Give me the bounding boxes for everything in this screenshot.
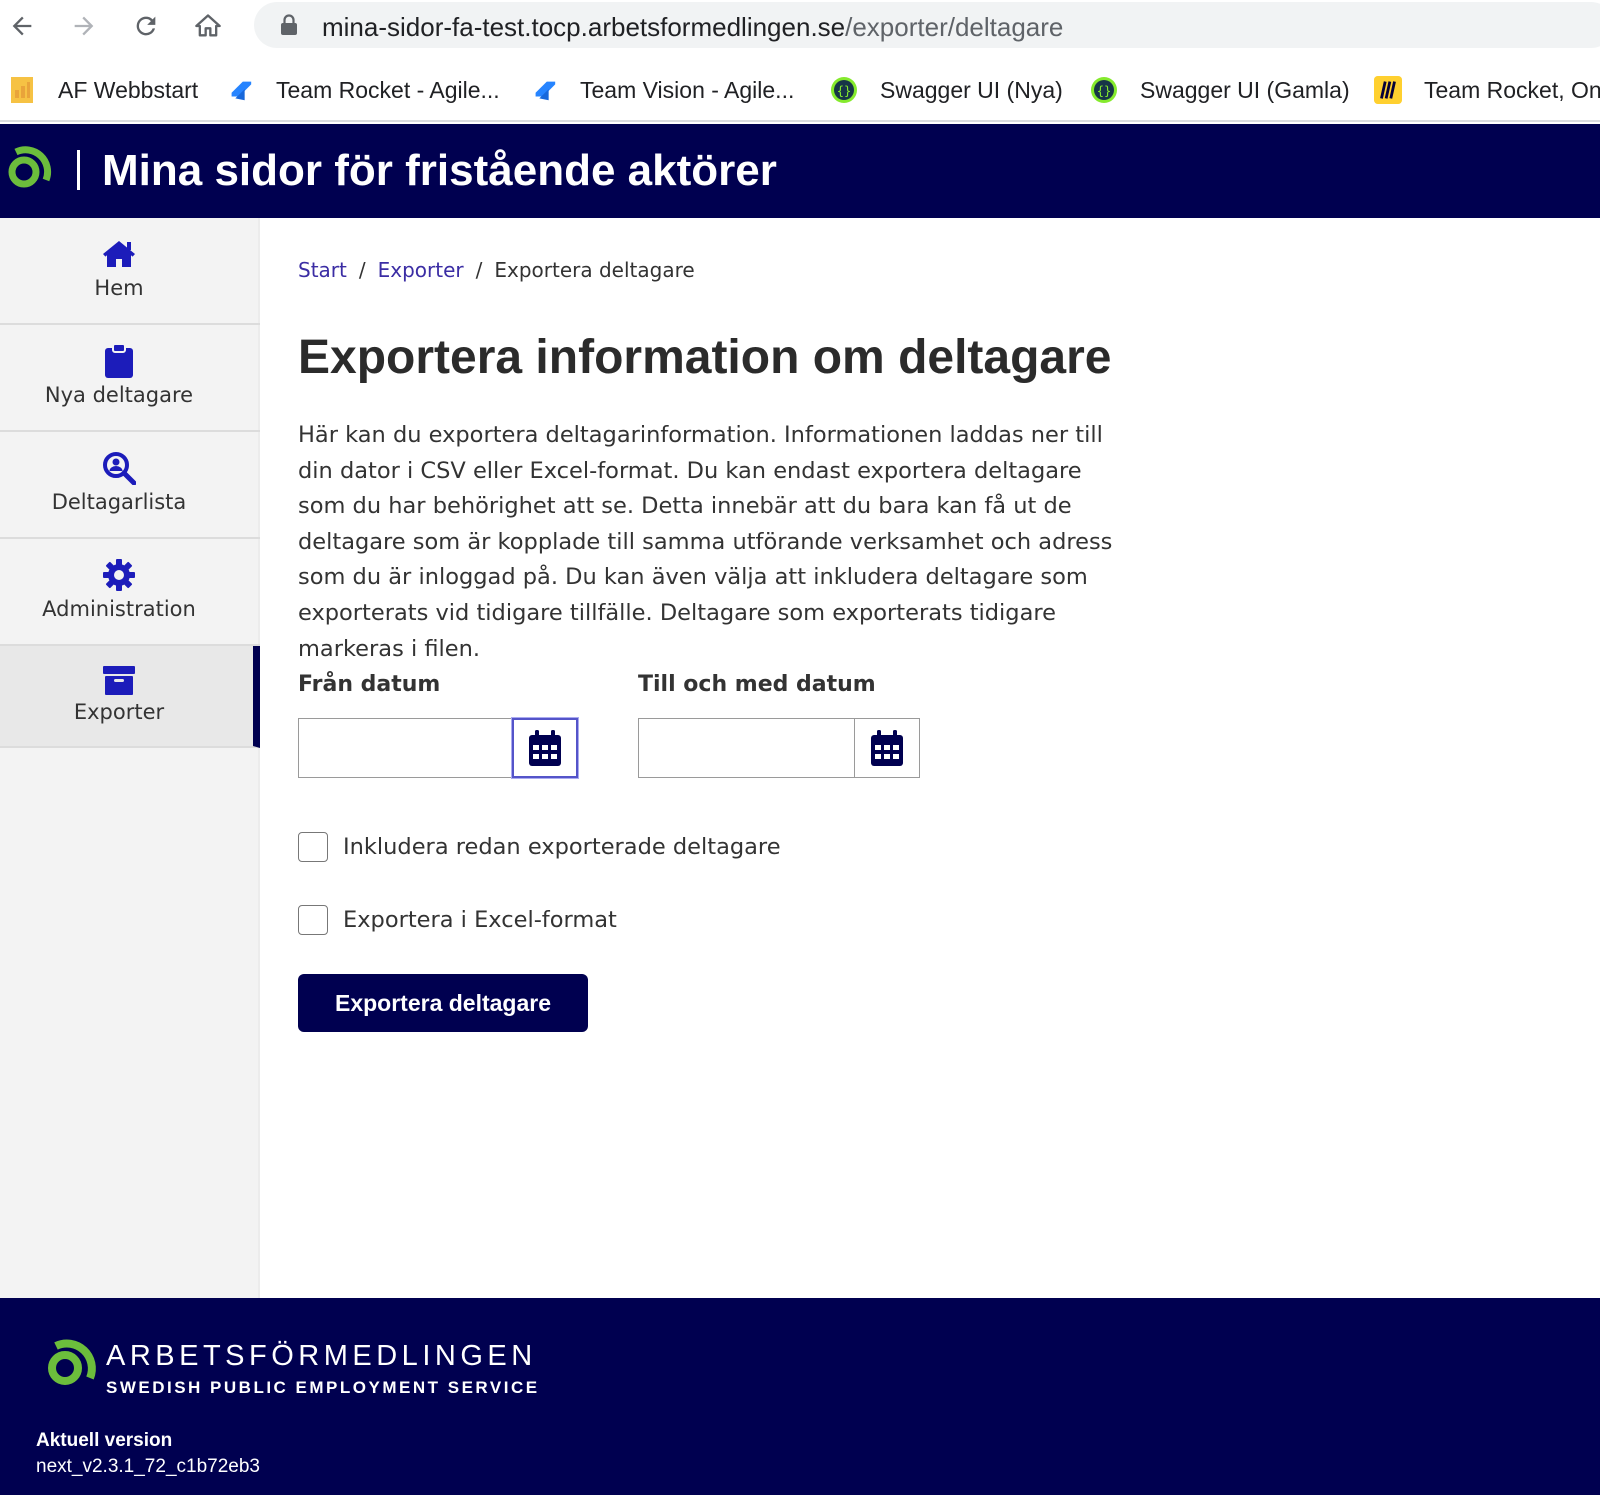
lock-icon xyxy=(280,14,298,40)
excel-format-checkbox-row[interactable]: Exportera i Excel-format xyxy=(298,903,617,937)
gear-icon xyxy=(101,557,137,593)
bookmark-label: Team Rocket - Agile... xyxy=(276,76,500,103)
footer: ARBETSFÖRMEDLINGEN SWEDISH PUBLIC EMPLOY… xyxy=(0,1298,1600,1495)
svg-text:{}: {} xyxy=(837,84,851,98)
home-outline-icon xyxy=(195,14,221,37)
home-button[interactable] xyxy=(190,8,226,44)
include-exported-checkbox-row[interactable]: Inkludera redan exporterade deltagare xyxy=(298,830,781,864)
app-header: Mina sidor för fristående aktörer xyxy=(0,124,1600,218)
sidebar-item-label: Nya deltagare xyxy=(44,383,194,407)
brand-subtitle: SWEDISH PUBLIC EMPLOYMENT SERVICE xyxy=(106,1378,540,1397)
export-button[interactable]: Exportera deltagare xyxy=(298,974,588,1032)
bookmark-item[interactable]: {} Swagger UI (Gamla) xyxy=(1090,70,1350,110)
breadcrumb-current: Exportera deltagare xyxy=(494,258,695,282)
archive-icon xyxy=(101,662,137,698)
bookmark-item[interactable]: Team Rocket, Onl xyxy=(1374,70,1600,110)
bookmark-label: Swagger UI (Gamla) xyxy=(1140,76,1350,103)
breadcrumb-separator: / xyxy=(358,258,366,282)
af-logo-icon xyxy=(4,146,52,196)
header-divider xyxy=(77,150,80,190)
breadcrumb: Start / Exporter / Exportera deltagare xyxy=(298,258,695,282)
home-icon xyxy=(101,236,137,272)
breadcrumb-separator: / xyxy=(475,258,483,282)
jira-icon xyxy=(226,76,254,104)
from-date-calendar-button[interactable] xyxy=(512,718,578,778)
bookmark-item[interactable]: Team Vision - Agile... xyxy=(530,70,794,110)
reload-button[interactable] xyxy=(128,8,164,44)
include-exported-label[interactable]: Inkludera redan exporterade deltagare xyxy=(343,834,781,860)
miro-icon xyxy=(1374,76,1402,104)
calendar-icon xyxy=(871,730,903,766)
af-footer-logo-icon xyxy=(42,1338,98,1396)
sidebar-item-label: Exporter xyxy=(73,700,165,724)
bookmark-label: Team Rocket, Onl xyxy=(1424,76,1600,103)
sidebar-item-hem[interactable]: Hem xyxy=(0,218,260,325)
sidebar-item-label: Hem xyxy=(94,276,144,300)
sidebar-item-label: Administration xyxy=(42,597,196,621)
forward-button[interactable] xyxy=(66,8,102,44)
reload-icon xyxy=(136,16,156,36)
page-title: Exportera information om deltagare xyxy=(298,331,1112,384)
clipboard-icon xyxy=(101,343,137,379)
breadcrumb-link-exporter[interactable]: Exporter xyxy=(378,258,464,282)
app-title: Mina sidor för fristående aktörer xyxy=(102,146,777,195)
swagger-icon: {} xyxy=(830,76,858,104)
sidebar-item-exporter[interactable]: Exporter xyxy=(0,646,260,748)
to-date-label: Till och med datum xyxy=(638,672,876,697)
bookmark-item[interactable]: Team Rocket - Agile... xyxy=(226,70,500,110)
bookmark-label: AF Webbstart xyxy=(58,76,199,103)
sidebar-item-deltagarlista[interactable]: Deltagarlista xyxy=(0,432,260,539)
address-bar[interactable]: mina-sidor-fa-test.tocp.arbetsformedling… xyxy=(254,2,1600,48)
from-date-label: Från datum xyxy=(298,672,441,697)
bookmarks-bar: AF Webbstart Team Rocket - Agile... Team… xyxy=(0,60,1600,122)
to-date-calendar-button[interactable] xyxy=(854,718,920,778)
arrow-left-icon xyxy=(12,16,32,36)
include-exported-checkbox[interactable] xyxy=(298,832,328,862)
jira-icon xyxy=(530,76,558,104)
excel-format-label[interactable]: Exportera i Excel-format xyxy=(343,907,617,933)
excel-format-checkbox[interactable] xyxy=(298,905,328,935)
back-button[interactable] xyxy=(4,8,40,44)
svg-text:{}: {} xyxy=(1097,84,1111,98)
bookmark-label: Swagger UI (Nya) xyxy=(880,76,1063,103)
arrow-right-icon xyxy=(74,16,94,36)
sidebar-item-nya-deltagare[interactable]: Nya deltagare xyxy=(0,325,260,432)
to-date-input[interactable] xyxy=(638,718,856,778)
version-value: next_v2.3.1_72_c1b72eb3 xyxy=(36,1456,260,1477)
bookmark-label: Team Vision - Agile... xyxy=(580,76,795,103)
url-text: mina-sidor-fa-test.tocp.arbetsformedling… xyxy=(322,12,1063,43)
sidebar-item-label: Deltagarlista xyxy=(51,490,187,514)
intro-text: Här kan du exportera deltagarinformation… xyxy=(298,422,1113,662)
sidebar-item-administration[interactable]: Administration xyxy=(0,539,260,646)
document-bookmark-icon xyxy=(8,76,36,104)
bookmark-item[interactable]: AF Webbstart xyxy=(8,70,198,110)
version-label: Aktuell version xyxy=(36,1430,173,1451)
url-host: mina-sidor-fa-test.tocp.arbetsformedling… xyxy=(322,12,846,42)
from-date-input[interactable] xyxy=(298,718,514,778)
search-person-icon xyxy=(101,450,137,486)
breadcrumb-link-start[interactable]: Start xyxy=(298,258,347,282)
calendar-icon xyxy=(529,730,561,766)
brand-name: ARBETSFÖRMEDLINGEN xyxy=(106,1340,537,1372)
url-path: /exporter/deltagare xyxy=(845,12,1064,42)
sidebar-nav: Hem Nya deltagare Deltagarlista Administ… xyxy=(0,218,260,1298)
bookmark-item[interactable]: {} Swagger UI (Nya) xyxy=(830,70,1063,110)
swagger-icon: {} xyxy=(1090,76,1118,104)
browser-toolbar: mina-sidor-fa-test.tocp.arbetsformedling… xyxy=(0,0,1600,52)
